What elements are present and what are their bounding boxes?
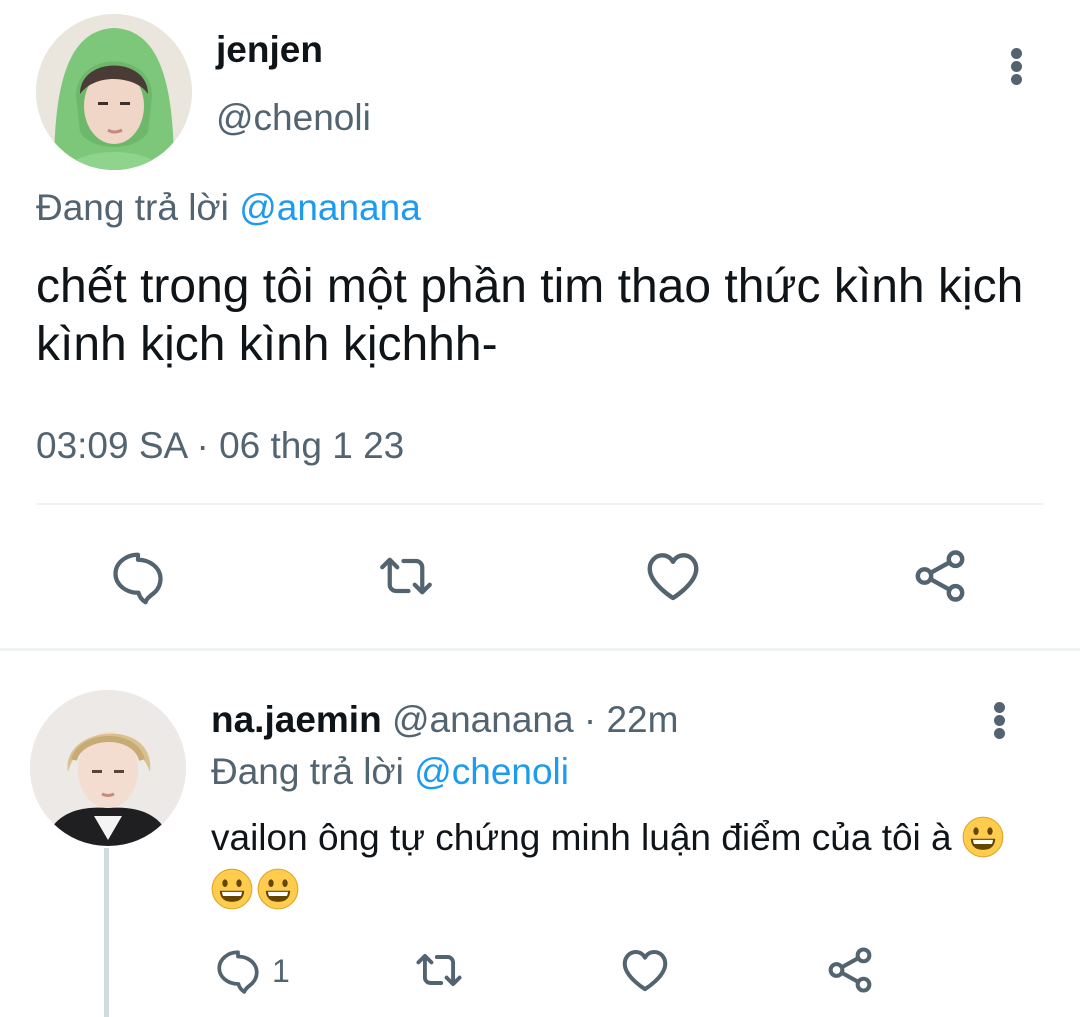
main-tweet-text: chết trong tôi một phần tim thao thức kì… xyxy=(36,260,1024,371)
reply-tweet-display-name[interactable]: na.jaemin xyxy=(211,699,382,740)
like-icon[interactable] xyxy=(641,544,705,608)
grinning-face-emoji xyxy=(257,868,299,910)
main-tweet-timestamp[interactable]: 03:09 SA · 06 thg 1 23 xyxy=(36,424,404,468)
main-tweet-avatar[interactable] xyxy=(36,14,192,170)
replying-prefix: Đang trả lời xyxy=(211,751,404,792)
grinning-face-emoji xyxy=(211,868,253,910)
reply-tweet-handle[interactable]: @ananana xyxy=(392,699,574,740)
replying-to-link[interactable]: @chenoli xyxy=(414,751,569,792)
more-options-icon[interactable] xyxy=(1003,44,1031,88)
reply-tweet-text-block: vailon ông tự chứng minh luận điểm của t… xyxy=(211,812,1051,916)
reply-tweet-header: na.jaemin @ananana · 22m xyxy=(211,698,678,742)
thread-divider xyxy=(0,648,1080,651)
reply-icon[interactable] xyxy=(210,938,266,1002)
reply-icon[interactable] xyxy=(106,544,170,608)
reply-tweet-time[interactable]: 22m xyxy=(606,699,678,740)
like-icon[interactable] xyxy=(617,938,673,1002)
reply-tweet-text: vailon ông tự chứng minh luận điểm của t… xyxy=(211,817,952,858)
retweet-icon[interactable] xyxy=(411,938,467,1002)
reply-tweet-replying-to: Đang trả lời @chenoli xyxy=(211,750,569,794)
main-tweet-display-name[interactable]: jenjen xyxy=(216,28,323,72)
share-icon[interactable] xyxy=(908,544,972,608)
retweet-icon[interactable] xyxy=(374,544,438,608)
reply-count: 1 xyxy=(272,953,290,989)
divider xyxy=(36,503,1044,505)
reply-tweet-avatar[interactable] xyxy=(30,690,186,846)
more-options-icon[interactable] xyxy=(986,698,1014,742)
thread-connector-line xyxy=(104,848,109,1017)
replying-prefix: Đang trả lời xyxy=(36,187,229,228)
header-separator: · xyxy=(583,699,597,740)
main-tweet-handle[interactable]: @chenoli xyxy=(216,96,371,140)
replying-to-link[interactable]: @ananana xyxy=(239,187,421,228)
main-tweet-replying-to: Đang trả lời @ananana xyxy=(36,186,421,230)
grinning-face-emoji xyxy=(962,816,1004,858)
share-icon[interactable] xyxy=(822,938,878,1002)
